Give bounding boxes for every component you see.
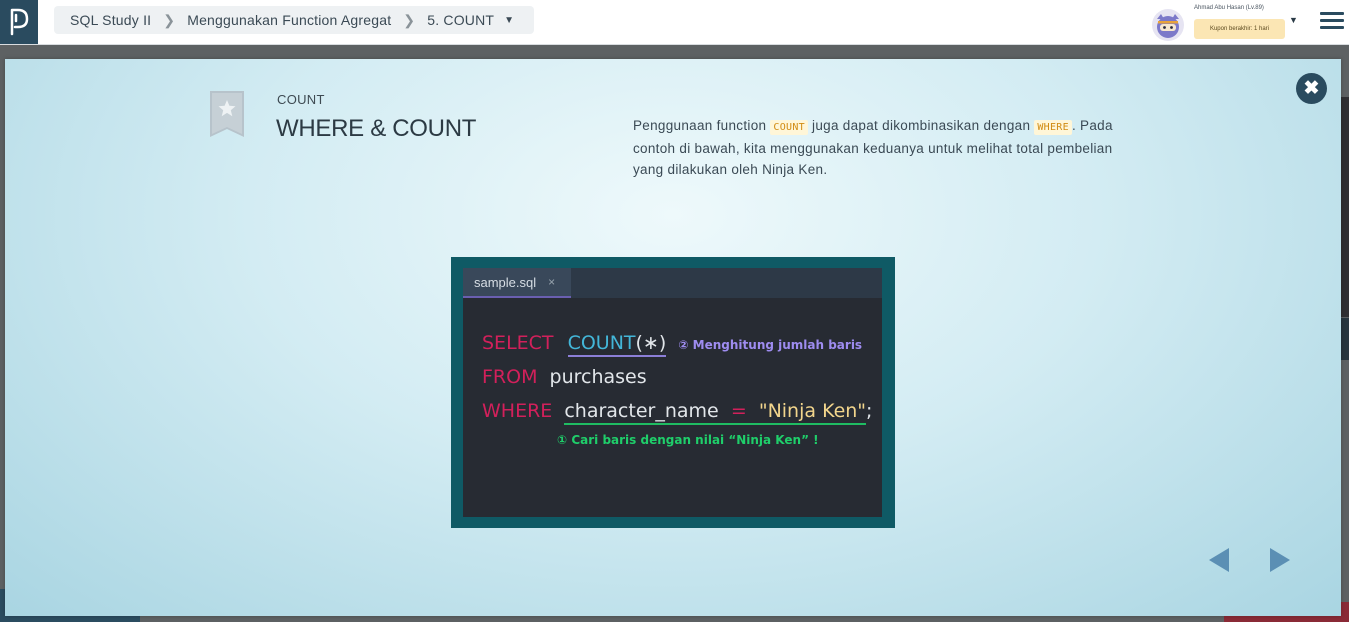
chevron-right-icon: ❯	[163, 11, 176, 28]
editor-tab: sample.sql ×	[463, 268, 571, 298]
sql-operator: =	[730, 400, 747, 422]
annotation-count: ② Menghitung jumlah baris	[678, 338, 863, 352]
description-text: juga dapat dikombinasikan dengan	[807, 118, 1035, 133]
inline-code-where: WHERE	[1034, 120, 1072, 135]
slide-category: COUNT	[277, 92, 325, 107]
sql-column: character_name	[564, 400, 719, 422]
count-expression: COUNT(∗)	[567, 332, 667, 357]
code-line-from: FROM purchases	[482, 366, 647, 388]
where-condition: character_name = "Ninja Ken"	[564, 400, 867, 425]
sql-keyword: WHERE	[482, 400, 553, 422]
avatar[interactable]	[1152, 9, 1184, 41]
sql-semicolon: ;	[866, 400, 873, 422]
description-text: Penggunaan function	[633, 118, 771, 133]
triangle-left-icon[interactable]	[1207, 547, 1231, 573]
close-icon: ✖	[1303, 78, 1320, 99]
top-bar: SQL Study II ❯ Menggunakan Function Agre…	[0, 0, 1349, 45]
sql-string: "Ninja Ken"	[758, 400, 867, 422]
user-name: Ahmad Abu Hasan (Lv.89)	[1194, 5, 1264, 11]
breadcrumb-chapter[interactable]: Menggunakan Function Agregat	[187, 12, 391, 28]
breadcrumb: SQL Study II ❯ Menggunakan Function Agre…	[54, 6, 534, 34]
bookmark-star-icon	[210, 91, 244, 137]
user-menu[interactable]: Ahmad Abu Hasan (Lv.89) Kupon berakhir: …	[1152, 4, 1302, 42]
close-button[interactable]: ✖	[1296, 73, 1327, 104]
slide-title: WHERE & COUNT	[276, 115, 477, 142]
code-editor-image: sample.sql × SELECT COUNT(∗) ② Menghitun…	[463, 268, 882, 517]
background-editor-strip	[1341, 318, 1349, 360]
breadcrumb-course[interactable]: SQL Study II	[70, 12, 151, 28]
chevron-right-icon: ❯	[403, 11, 416, 28]
tab-close-icon: ×	[548, 275, 556, 289]
coupon-badge: Kupon berakhir: 1 hari	[1194, 19, 1285, 39]
slide-modal: COUNT WHERE & COUNT Penggunaan function …	[5, 59, 1341, 616]
sql-function: COUNT	[567, 332, 636, 354]
hamburger-menu-icon[interactable]	[1320, 8, 1346, 34]
sql-args: (∗)	[635, 332, 667, 354]
inline-code-count: COUNT	[770, 120, 808, 135]
sql-table: purchases	[549, 366, 647, 388]
annotation-where: ① Cari baris dengan nilai “Ninja Ken” !	[557, 433, 819, 447]
editor-tab-label: sample.sql	[474, 274, 537, 290]
background-editor-strip	[1341, 97, 1349, 317]
code-line-where: WHERE character_name = "Ninja Ken";	[482, 400, 873, 425]
breadcrumb-lesson[interactable]: 5. COUNT	[427, 12, 494, 28]
caret-down-icon[interactable]: ▼	[504, 15, 514, 26]
caret-down-icon[interactable]: ▼	[1289, 15, 1298, 25]
triangle-right-icon[interactable]	[1268, 547, 1292, 573]
sql-keyword: FROM	[482, 366, 538, 388]
code-illustration: sample.sql × SELECT COUNT(∗) ② Menghitun…	[451, 257, 895, 528]
slide-description: Penggunaan function COUNT juga dapat dik…	[633, 115, 1133, 180]
ninja-avatar-icon	[1157, 14, 1179, 38]
progate-logo-icon	[10, 8, 29, 36]
logo[interactable]	[0, 0, 38, 44]
editor-tab-bar: sample.sql ×	[463, 268, 882, 298]
code-line-select: SELECT COUNT(∗) ② Menghitung jumlah bari…	[482, 332, 863, 357]
sql-keyword: SELECT	[482, 332, 554, 354]
